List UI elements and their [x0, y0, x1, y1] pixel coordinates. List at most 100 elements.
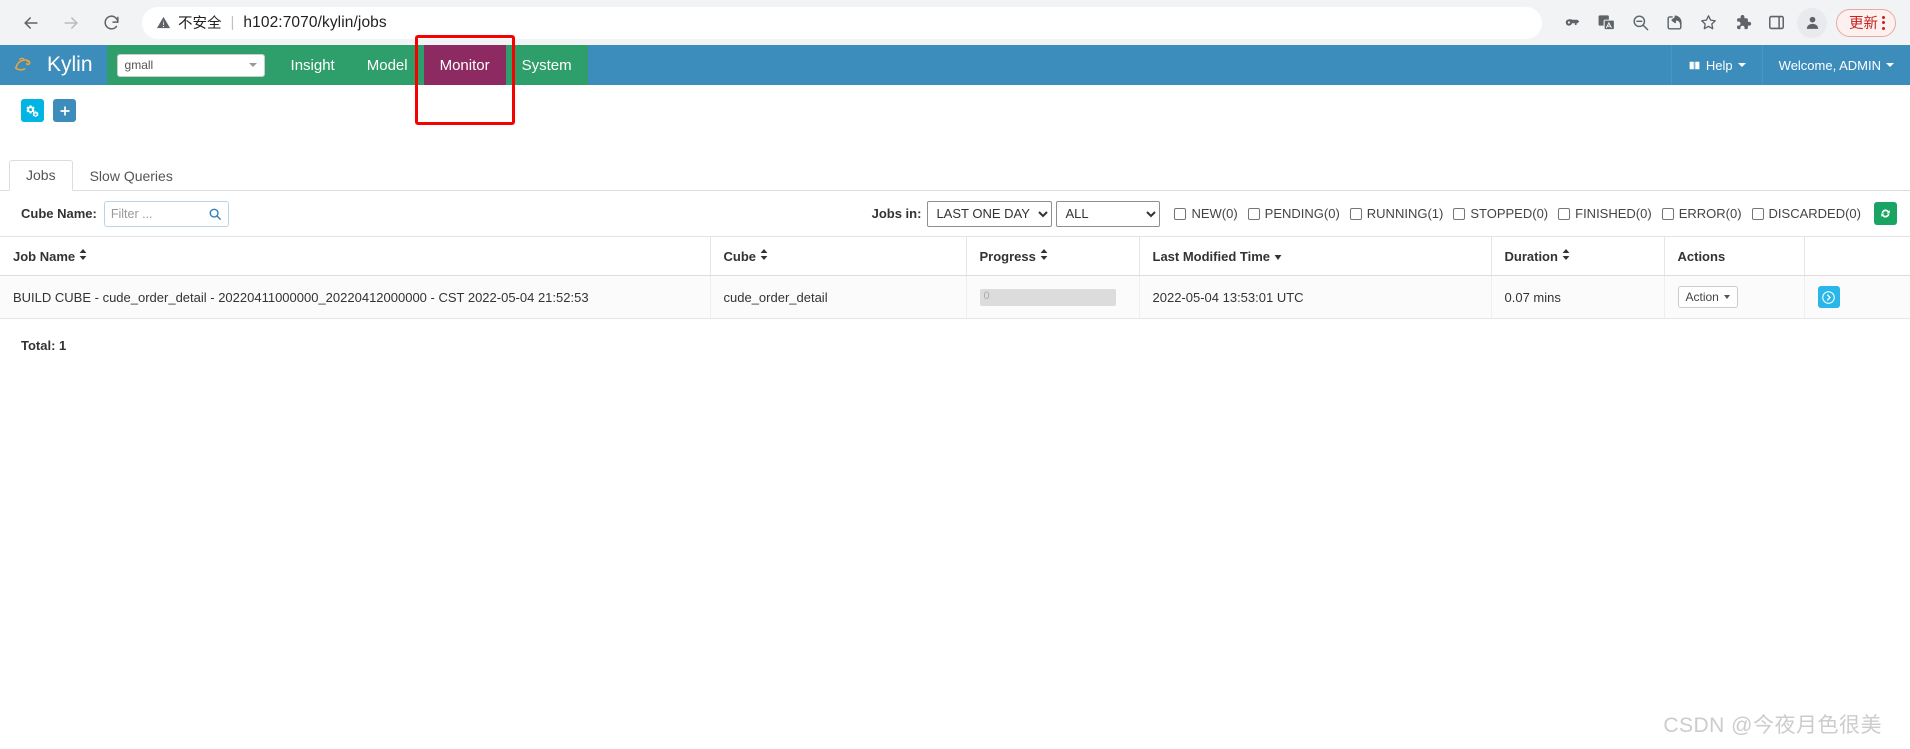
progress-value: 0 [983, 289, 990, 302]
jobs-in-group: Jobs in: LAST ONE DAY ALL NEW(0) PENDING… [871, 200, 1897, 227]
cell-cube: cude_order_detail [710, 275, 967, 319]
status-label: FINISHED(0) [1575, 206, 1652, 221]
status-checkbox-pending[interactable]: PENDING(0) [1247, 206, 1340, 221]
three-dot-menu-icon[interactable] [1882, 15, 1885, 30]
refresh-icon [1881, 209, 1890, 218]
extensions-puzzle-icon[interactable] [1726, 7, 1758, 39]
checkbox-box[interactable] [1558, 207, 1571, 220]
zoom-out-icon[interactable] [1624, 7, 1656, 39]
nav-item-system[interactable]: System [506, 45, 588, 85]
profile-avatar-icon[interactable] [1797, 7, 1827, 38]
project-selector-wrap: gmall [106, 45, 275, 85]
cell-detail [1804, 275, 1910, 319]
table-row[interactable]: BUILD CUBE - cude_order_detail - 2022041… [0, 275, 1910, 319]
nav-item-insight[interactable]: Insight [275, 45, 351, 85]
checkbox-box[interactable] [1453, 207, 1466, 220]
column-label: Cube [723, 249, 757, 264]
nav-item-model[interactable]: Model [351, 45, 424, 85]
status-checkbox-discarded[interactable]: DISCARDED(0) [1751, 206, 1861, 221]
chevron-down-icon [1723, 295, 1730, 299]
tab-jobs[interactable]: Jobs [9, 160, 73, 191]
status-label: STOPPED(0) [1470, 206, 1549, 221]
help-menu[interactable]: Help [1670, 45, 1762, 85]
project-select[interactable]: gmall [116, 53, 265, 77]
insecure-label: 不安全 [178, 16, 222, 32]
cell-duration: 0.07 mins [1491, 275, 1665, 319]
tab-slow-queries[interactable]: Slow Queries [73, 161, 190, 191]
status-checkbox-running[interactable]: RUNNING(1) [1349, 206, 1444, 221]
cubes-settings-button[interactable] [21, 99, 44, 122]
brand-logo-area[interactable]: Kylin [0, 45, 107, 85]
column-header-progress[interactable]: Progress [966, 237, 1140, 276]
cube-toolbar [0, 85, 1910, 122]
table-header-row: Job Name Cube Progress Last Modified Tim… [0, 237, 1910, 276]
jobs-table: Job Name Cube Progress Last Modified Tim… [0, 237, 1910, 319]
address-bar[interactable]: 不安全 | h102:7070/kylin/jobs [142, 6, 1542, 39]
status-checkbox-finished[interactable]: FINISHED(0) [1558, 206, 1652, 221]
bookmark-star-icon[interactable] [1692, 7, 1724, 39]
column-label: Actions [1677, 248, 1726, 264]
status-label: RUNNING(1) [1366, 206, 1444, 221]
user-menu[interactable]: Welcome, ADMIN [1761, 45, 1910, 85]
reload-button[interactable] [94, 6, 128, 40]
sort-both-icon [760, 248, 768, 263]
watermark: CSDN @今夜月色很美 [1663, 714, 1882, 737]
url-divider: | [230, 14, 235, 31]
cell-job-name: BUILD CUBE - cude_order_detail - 2022041… [0, 275, 711, 319]
url-text: h102:7070/kylin/jobs [243, 13, 387, 31]
kylin-navbar: Kylin gmall Insight Model Monitor System… [0, 45, 1910, 85]
jobs-in-label: Jobs in: [871, 206, 922, 221]
cell-actions: Action [1664, 275, 1805, 319]
navbar-right: Help Welcome, ADMIN [1670, 45, 1910, 85]
column-header-cube[interactable]: Cube [710, 237, 967, 276]
search-icon[interactable] [208, 207, 222, 221]
status-label: PENDING(0) [1264, 206, 1340, 221]
refresh-button[interactable] [1874, 202, 1897, 225]
side-panel-icon[interactable] [1760, 7, 1792, 39]
cell-progress: 0 [966, 275, 1140, 319]
cell-last-modified-time: 2022-05-04 13:53:01 UTC [1139, 275, 1492, 319]
sort-both-icon [79, 248, 87, 263]
chevron-down-icon [1886, 63, 1894, 67]
status-checkbox-stopped[interactable]: STOPPED(0) [1453, 206, 1548, 221]
nav-item-monitor[interactable]: Monitor [423, 45, 506, 85]
cube-name-filter[interactable]: Filter ... [103, 200, 229, 227]
chevron-right-circle-icon [1822, 290, 1835, 304]
tab-label: Jobs [26, 167, 56, 183]
status-label: NEW(0) [1191, 206, 1238, 221]
back-button[interactable] [14, 6, 48, 40]
total-count: Total: 1 [21, 338, 67, 353]
checkbox-box[interactable] [1247, 207, 1260, 220]
column-label: Last Modified Time [1152, 249, 1271, 264]
cube-select[interactable]: ALL [1056, 200, 1161, 227]
user-label: Welcome, ADMIN [1778, 57, 1881, 73]
forward-button[interactable] [54, 6, 88, 40]
checkbox-box[interactable] [1661, 207, 1674, 220]
warning-triangle-icon[interactable] [156, 15, 171, 30]
time-range-select[interactable]: LAST ONE DAY [927, 200, 1053, 227]
nav-item-label: Insight [290, 56, 335, 74]
checkbox-box[interactable] [1174, 207, 1187, 220]
column-label: Job Name [13, 249, 76, 264]
checkbox-box[interactable] [1751, 207, 1764, 220]
sort-both-icon [1040, 248, 1048, 263]
action-label: Action [1685, 290, 1719, 304]
nav-item-label: System [521, 56, 572, 74]
update-button[interactable]: 更新 [1836, 8, 1896, 37]
checkbox-box[interactable] [1349, 207, 1362, 220]
password-key-icon[interactable] [1556, 7, 1588, 39]
column-header-last-modified-time[interactable]: Last Modified Time [1139, 237, 1492, 276]
cube-name-label: Cube Name: [21, 206, 97, 221]
action-dropdown-button[interactable]: Action [1677, 286, 1738, 308]
status-checkbox-error[interactable]: ERROR(0) [1661, 206, 1742, 221]
add-button[interactable] [53, 99, 76, 122]
share-icon[interactable] [1658, 7, 1690, 39]
column-header-duration[interactable]: Duration [1491, 237, 1665, 276]
job-detail-button[interactable] [1817, 286, 1840, 308]
chevron-down-icon [1737, 63, 1746, 67]
status-checkbox-new[interactable]: NEW(0) [1174, 206, 1238, 221]
translate-icon[interactable] [1590, 7, 1622, 39]
search-input[interactable]: Filter ... [111, 207, 153, 221]
chevron-down-icon [248, 63, 257, 67]
column-header-job-name[interactable]: Job Name [0, 237, 711, 276]
